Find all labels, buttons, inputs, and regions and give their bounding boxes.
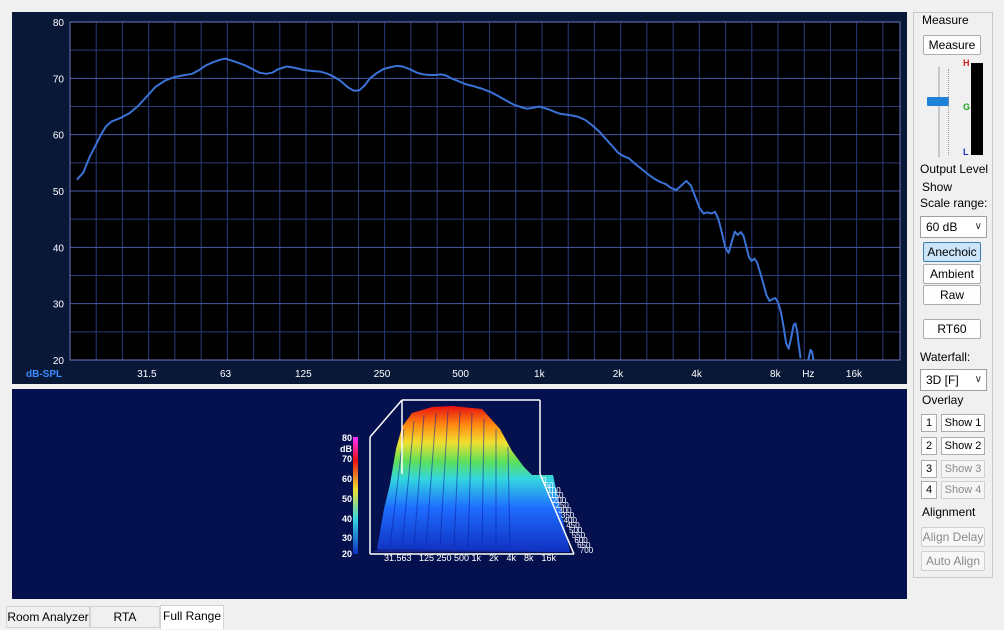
auto-align-button[interactable]: Auto Align [921, 551, 985, 571]
waterfall-z-tick: 80 [342, 433, 352, 443]
overlay-2-button[interactable]: 2 [921, 437, 937, 455]
show-1-button[interactable]: Show 1 [941, 414, 985, 432]
scale-range-value: 60 dB [926, 220, 958, 234]
waterfall-x-tick: 2k [489, 553, 499, 563]
overlay-section-title: Overlay [922, 393, 964, 407]
x-tick-label: 63 [220, 369, 232, 380]
y-tick-label: 30 [53, 300, 65, 311]
waterfall-x-tick: 8k [524, 553, 534, 563]
waterfall-select[interactable]: 3D [F] ∨ [920, 369, 987, 391]
y-tick-label: 40 [53, 243, 65, 254]
x-tick-label: 16k [846, 369, 863, 380]
x-tick-label: 4k [691, 369, 703, 380]
overlay-1-button[interactable]: 1 [921, 414, 937, 432]
waterfall-time-tick: 700 [580, 546, 594, 555]
waterfall-surface [353, 399, 575, 555]
x-tick-label: 2k [613, 369, 625, 380]
meter-good-label: G [963, 102, 971, 112]
tab-room-analyzer[interactable]: Room Analyzer [6, 606, 90, 628]
measure-section-title: Measure [922, 13, 969, 27]
waterfall-x-tick: 4k [507, 553, 517, 563]
y-tick-label: 50 [53, 187, 65, 198]
show-3-button[interactable]: Show 3 [941, 460, 985, 478]
waterfall-z-tick: 40 [342, 514, 352, 524]
waterfall-z-tick: 20 [342, 549, 352, 559]
x-tick-label: 1k [534, 369, 546, 380]
y-axis-unit-label: dB-SPL [26, 369, 62, 380]
x-tick-label: 500 [452, 369, 469, 380]
waterfall-x-tick: 31.5 [384, 553, 402, 563]
show-section-title: Show [922, 180, 953, 194]
anechoic-button[interactable]: Anechoic [923, 242, 981, 262]
overlay-4-button[interactable]: 4 [921, 481, 937, 499]
meter-high-label: H [963, 58, 970, 68]
output-level-slider[interactable] [927, 97, 949, 107]
waterfall-x-tick: 63 [402, 553, 412, 563]
align-delay-button[interactable]: Align Delay [921, 527, 985, 547]
tab-rta[interactable]: RTA [90, 606, 160, 628]
x-axis-unit-label: Hz [802, 369, 814, 380]
waterfall-x-tick: 500 [454, 553, 469, 563]
scale-range-select[interactable]: 60 dB ∨ [920, 216, 987, 238]
tab-full-range[interactable]: Full Range [160, 605, 224, 629]
x-tick-label: 8k [770, 369, 782, 380]
output-level-label: Output Level [920, 162, 989, 176]
x-tick-label: 250 [374, 369, 391, 380]
waterfall-z-tick: dB [340, 444, 352, 454]
chevron-down-icon: ∨ [974, 221, 982, 232]
frequency-response-svg: 80 70 60 50 40 30 20 31.5 63 125 250 500 1k 2k 4k 8k 16k… [26, 18, 901, 380]
ambient-button[interactable]: Ambient [923, 264, 981, 284]
frequency-response-chart: 80 70 60 50 40 30 20 31.5 63 125 250 500 1k 2k 4k 8k 16k… [12, 12, 907, 384]
x-tick-label: 31.5 [137, 369, 157, 380]
waterfall-chart: 80 dB 70 60 50 40 30 20 31.5 63 125 250 500 1k 2k 4k 8k 1… [12, 389, 907, 599]
rt60-button[interactable]: RT60 [923, 319, 981, 339]
raw-button[interactable]: Raw [923, 285, 981, 305]
x-tick-label: 125 [295, 369, 312, 380]
waterfall-label: Waterfall: [920, 350, 971, 364]
control-panel: Measure Measure H G L Output Level Show … [913, 12, 993, 578]
waterfall-z-tick: 60 [342, 474, 352, 484]
waterfall-x-tick: 250 [437, 553, 452, 563]
y-tick-label: 60 [53, 131, 65, 142]
y-tick-label: 80 [53, 18, 65, 29]
alignment-section-title: Alignment [922, 505, 976, 519]
scale-range-label: Scale range: [920, 196, 988, 210]
show-4-button[interactable]: Show 4 [941, 481, 985, 499]
waterfall-x-tick: 125 [419, 553, 434, 563]
waterfall-value: 3D [F] [926, 373, 959, 387]
overlay-3-button[interactable]: 3 [921, 460, 937, 478]
waterfall-z-tick: 50 [342, 494, 352, 504]
output-level-track [938, 67, 940, 157]
waterfall-x-tick: 16k [542, 553, 557, 563]
waterfall-z-tick: 70 [342, 454, 352, 464]
level-meter [971, 63, 983, 155]
waterfall-svg: 80dB70 60 50 40 30 20 31.5 63 125 250 500 1k 2k 4k 8k 1… [340, 399, 594, 563]
waterfall-z-tick: 30 [342, 533, 352, 543]
meter-low-label: L [963, 147, 969, 157]
waterfall-x-tick: 1k [472, 553, 482, 563]
y-tick-label: 20 [53, 356, 65, 367]
tab-bar: Room Analyzer RTA Full Range [0, 604, 1004, 630]
slider-ticks [948, 69, 955, 155]
y-tick-label: 70 [53, 74, 65, 85]
chevron-down-icon: ∨ [974, 374, 982, 385]
show-2-button[interactable]: Show 2 [941, 437, 985, 455]
measure-button[interactable]: Measure [923, 35, 981, 55]
